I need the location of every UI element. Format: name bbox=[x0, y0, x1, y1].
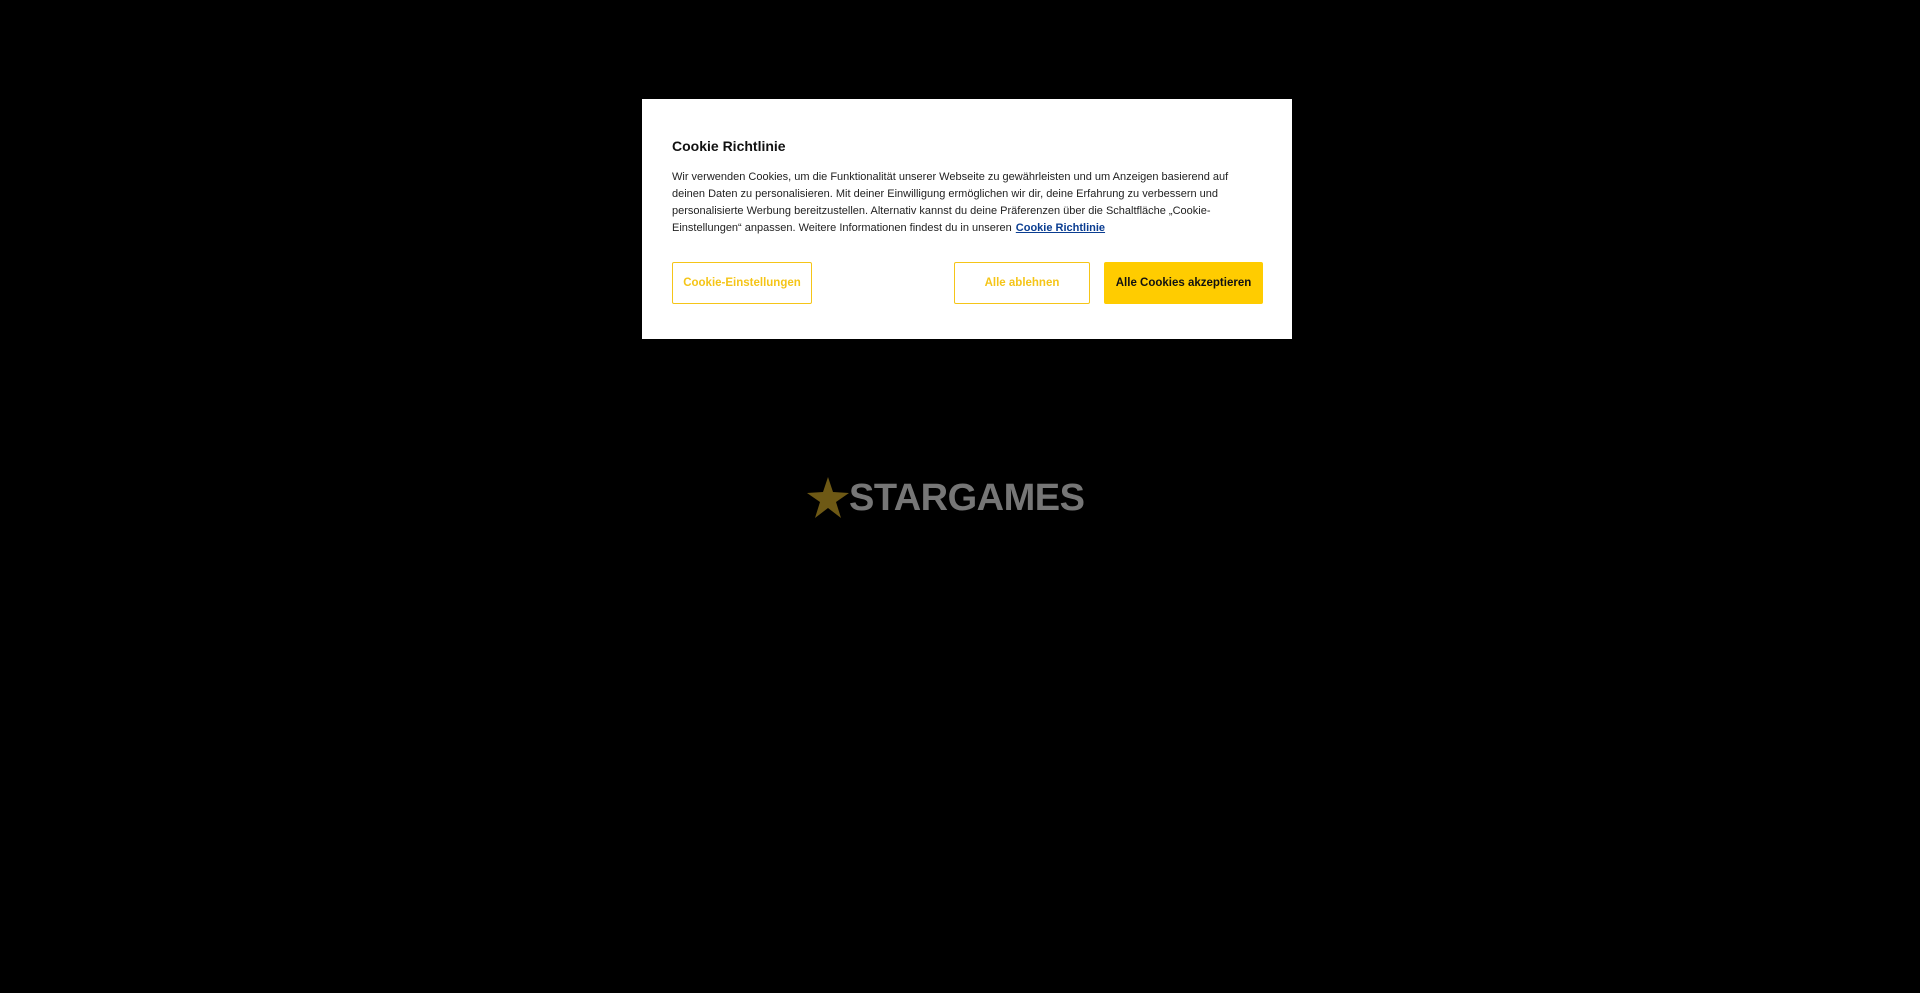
cookie-dialog-title: Cookie Richtlinie bbox=[672, 138, 786, 154]
cookie-dialog-body: Wir verwenden Cookies, um die Funktional… bbox=[672, 169, 1262, 237]
accept-all-button[interactable]: Alle Cookies akzeptieren bbox=[1104, 262, 1263, 304]
cookie-dialog: Cookie Richtlinie Wir verwenden Cookies,… bbox=[642, 99, 1292, 339]
reject-all-button[interactable]: Alle ablehnen bbox=[954, 262, 1090, 304]
cookie-policy-link[interactable]: Cookie Richtlinie bbox=[1016, 222, 1105, 234]
star-icon bbox=[807, 477, 849, 518]
stargames-logo: STARGAMES bbox=[805, 474, 1085, 522]
cookie-dialog-body-text: Wir verwenden Cookies, um die Funktional… bbox=[672, 171, 1229, 234]
logo-text: STARGAMES bbox=[849, 477, 1085, 519]
cookie-settings-button[interactable]: Cookie-Einstellungen bbox=[672, 262, 812, 304]
page-background: STARGAMES Cookie Richtlinie Wir verwende… bbox=[0, 0, 1920, 993]
